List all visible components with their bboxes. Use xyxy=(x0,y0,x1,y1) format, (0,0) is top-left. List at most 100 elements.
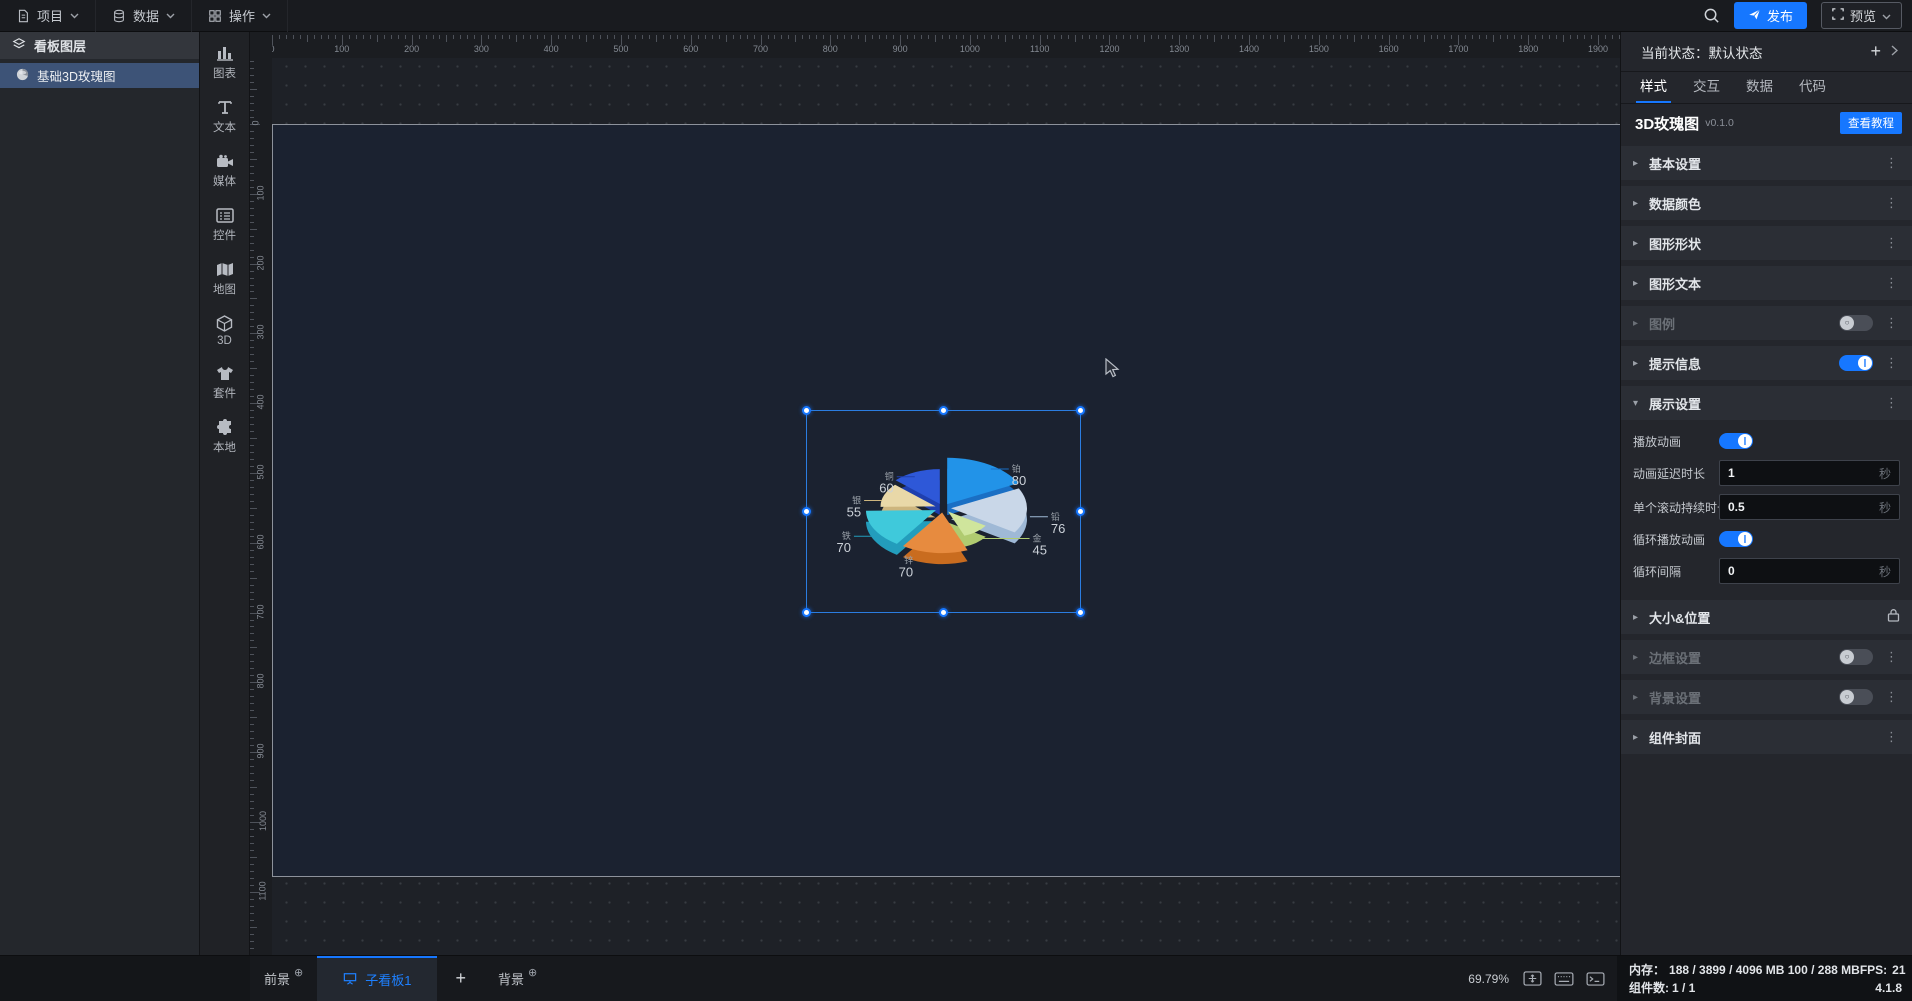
add-background-icon[interactable]: ⊕ xyxy=(528,966,537,979)
toolbar-item-widgets[interactable]: 控件 xyxy=(200,206,250,243)
background-button[interactable]: 背景 ⊕ xyxy=(484,956,551,1001)
caret-right-icon: ▸ xyxy=(1633,237,1639,249)
plus-icon[interactable]: + xyxy=(1860,41,1891,62)
caret-right-icon: ▸ xyxy=(1633,357,1639,369)
section-6[interactable]: ▾ 展示设置 ⋮ xyxy=(1621,386,1912,420)
foreground-button[interactable]: 前景 ⊕ xyxy=(250,956,317,1001)
setting-row-2: 单个滚动持续时长 0.5 秒 xyxy=(1633,494,1900,520)
section-4[interactable]: ▸ 图例 ○ ⋮ xyxy=(1621,306,1912,340)
kebab-menu-icon[interactable]: ⋮ xyxy=(1883,235,1900,251)
chevron-right-icon[interactable] xyxy=(1891,44,1899,59)
kebab-menu-icon[interactable]: ⋮ xyxy=(1883,275,1900,291)
toggle-switch[interactable]: ❙ xyxy=(1719,433,1753,449)
kebab-menu-icon[interactable]: ⋮ xyxy=(1883,155,1900,171)
toolbar-item-3d[interactable]: 3D xyxy=(200,314,250,347)
section-8[interactable]: ▸ 边框设置 ○ ⋮ xyxy=(1621,640,1912,674)
kebab-menu-icon[interactable]: ⋮ xyxy=(1883,649,1900,665)
toolbar-item-label: 本地 xyxy=(213,442,236,454)
kebab-menu-icon[interactable]: ⋮ xyxy=(1883,395,1900,411)
caret-down-icon: ▾ xyxy=(1633,397,1639,409)
section-0[interactable]: ▸ 基本设置 ⋮ xyxy=(1621,146,1912,180)
toggle-switch[interactable]: ○ xyxy=(1839,315,1873,331)
kit-shirt-icon xyxy=(216,364,234,382)
toolbar-item-kits[interactable]: 套件 xyxy=(200,364,250,401)
section-label: 大小&位置 xyxy=(1649,610,1711,626)
terminal-icon[interactable] xyxy=(1586,971,1605,986)
selection-box[interactable] xyxy=(802,406,1085,617)
section-5[interactable]: ▸ 提示信息 ❙ ⋮ xyxy=(1621,346,1912,380)
layer-item-rose-chart[interactable]: 基础3D玫瑰图 xyxy=(0,63,199,88)
toolbar-item-label: 图表 xyxy=(213,68,236,80)
section-1[interactable]: ▸ 数据颜色 ⋮ xyxy=(1621,186,1912,220)
tab-0[interactable]: 样式 xyxy=(1634,75,1673,103)
section-label: 数据颜色 xyxy=(1649,196,1702,212)
tutorial-button[interactable]: 查看教程 xyxy=(1840,112,1902,134)
cube-3d-icon xyxy=(216,314,233,332)
tab-2[interactable]: 数据 xyxy=(1740,75,1779,103)
lock-icon[interactable] xyxy=(1887,608,1900,627)
add-board-button[interactable]: + xyxy=(437,956,484,1001)
section-10[interactable]: ▸ 组件封面 ⋮ xyxy=(1621,720,1912,754)
toggle-switch[interactable]: ❙ xyxy=(1719,531,1753,547)
toggle-switch[interactable]: ○ xyxy=(1839,649,1873,665)
expand-icon xyxy=(1832,8,1844,23)
canvas-viewport[interactable]: 0 100 200 300 400 500 600 700 800 900 1000 1100 1200… xyxy=(250,32,1620,955)
layers-panel-header: 看板图层 xyxy=(0,32,199,59)
publish-button[interactable]: 发布 xyxy=(1733,2,1807,29)
toolbar-item-map[interactable]: 地图 xyxy=(200,260,250,297)
section-label: 组件封面 xyxy=(1649,730,1702,746)
search-icon[interactable] xyxy=(1703,7,1720,24)
section-7[interactable]: ▸ 大小&位置 xyxy=(1621,600,1912,634)
resize-handle-n[interactable] xyxy=(939,406,948,415)
tab-label: 子看板1 xyxy=(365,973,412,988)
toolbar-item-media[interactable]: 媒体 xyxy=(200,152,250,189)
menu-data[interactable]: 数据 xyxy=(96,0,193,32)
tab-sub-board-1[interactable]: 子看板1 xyxy=(317,956,438,1001)
kebab-menu-icon[interactable]: ⋮ xyxy=(1883,195,1900,211)
section-9[interactable]: ▸ 背景设置 ○ ⋮ xyxy=(1621,680,1912,714)
media-camera-icon xyxy=(216,152,234,170)
menu-project[interactable]: 项目 xyxy=(0,0,97,32)
menu-operations[interactable]: 操作 xyxy=(192,0,289,32)
add-foreground-icon[interactable]: ⊕ xyxy=(294,966,303,979)
kebab-menu-icon[interactable]: ⋮ xyxy=(1883,729,1900,745)
tab-1[interactable]: 交互 xyxy=(1687,75,1726,103)
component-toolbar: 图表文本媒体控件地图 3D 套件本地 xyxy=(200,32,250,955)
toggle-switch[interactable]: ○ xyxy=(1839,689,1873,705)
toggle-switch[interactable]: ❙ xyxy=(1839,355,1873,371)
kebab-menu-icon[interactable]: ⋮ xyxy=(1883,355,1900,371)
resize-handle-w[interactable] xyxy=(802,507,811,516)
resize-handle-nw[interactable] xyxy=(802,406,811,415)
rose-sphere-icon xyxy=(16,68,29,84)
publish-label: 发布 xyxy=(1766,9,1793,24)
tab-3[interactable]: 代码 xyxy=(1793,75,1832,103)
toolbar-item-local[interactable]: 本地 xyxy=(200,418,250,455)
kebab-menu-icon[interactable]: ⋮ xyxy=(1883,689,1900,705)
top-menu-bar: 项目 数据 操作 发布 预览 xyxy=(0,0,1912,32)
resize-handle-e[interactable] xyxy=(1076,507,1085,516)
kebab-menu-icon[interactable]: ⋮ xyxy=(1883,315,1900,331)
setting-input[interactable]: 1秒 xyxy=(1719,460,1900,486)
resize-handle-s[interactable] xyxy=(939,608,948,617)
resize-handle-sw[interactable] xyxy=(802,608,811,617)
toolbar-item-text[interactable]: 文本 xyxy=(200,98,250,135)
foreground-label: 前景 xyxy=(264,972,291,987)
setting-input[interactable]: 0秒 xyxy=(1719,558,1900,584)
toolbar-item-label: 媒体 xyxy=(213,176,236,188)
setting-input[interactable]: 0.5 秒 xyxy=(1719,494,1900,520)
preview-button[interactable]: 预览 xyxy=(1820,2,1902,29)
resize-handle-se[interactable] xyxy=(1076,608,1085,617)
vertical-ruler: 0 100 200 300 400 500 600 700 800 900 1000 1100 xyxy=(250,58,272,955)
section-3[interactable]: ▸ 图形文本 ⋮ xyxy=(1621,266,1912,300)
resize-handle-ne[interactable] xyxy=(1076,406,1085,415)
layers-panel: 看板图层 基础3D玫瑰图 xyxy=(0,32,200,955)
keyboard-icon[interactable] xyxy=(1554,971,1574,986)
setting-row-4: 循环间隔 0 秒 xyxy=(1633,558,1900,584)
bottom-bar-left-pad xyxy=(0,956,250,1001)
zoom-level[interactable]: 69.79% xyxy=(1468,972,1509,986)
menu-data-label: 数据 xyxy=(133,9,160,24)
current-state-row: 当前状态：默认状态 + xyxy=(1621,32,1912,72)
fit-screen-icon[interactable] xyxy=(1523,971,1542,986)
toolbar-item-charts[interactable]: 图表 xyxy=(200,44,250,81)
section-2[interactable]: ▸ 图形形状 ⋮ xyxy=(1621,226,1912,260)
